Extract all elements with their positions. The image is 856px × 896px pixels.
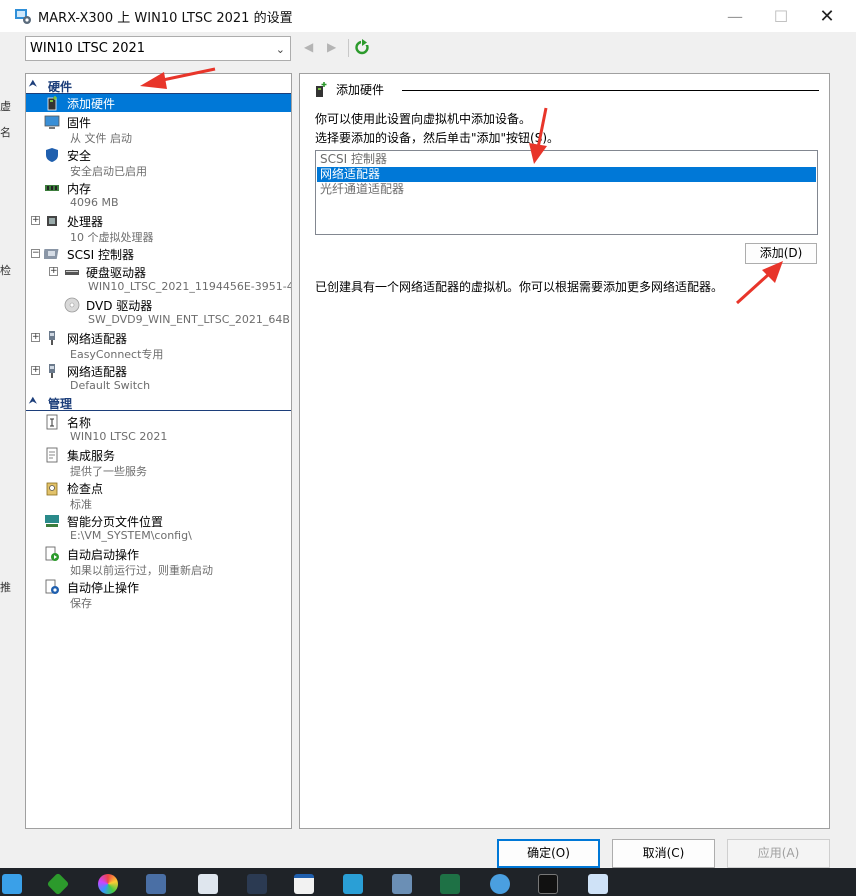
collapse-icon[interactable]: − — [31, 249, 40, 258]
device-listbox[interactable]: SCSI 控制器 网络适配器 光纤通道适配器 — [315, 150, 818, 235]
expand-icon[interactable]: + — [31, 333, 40, 342]
tree-item-memory[interactable]: 内存 4096 MB — [26, 179, 291, 212]
vm-select-dropdown[interactable]: WIN10 LTSC 2021 ⌄ — [25, 36, 291, 61]
app-icon[interactable] — [343, 874, 363, 894]
name-tag-icon — [46, 414, 58, 430]
add-button[interactable]: 添加(D) — [745, 243, 817, 264]
app-icon[interactable] — [490, 874, 510, 894]
back-arrow-icon[interactable]: ◀ — [304, 40, 313, 54]
auto-start-icon — [45, 546, 59, 561]
vm-select-value: WIN10 LTSC 2021 — [30, 41, 146, 56]
tree-item-processor[interactable]: + 处理器 10 个虚拟处理器 — [26, 212, 291, 245]
network-adapter-icon — [49, 364, 55, 378]
chevron-down-icon: ⌄ — [275, 43, 285, 56]
tree-item-dvd-drive[interactable]: DVD 驱动器 SW_DVD9_WIN_ENT_LTSC_2021_64B... — [26, 296, 291, 329]
expand-icon[interactable]: + — [49, 267, 58, 276]
tree-item-firmware[interactable]: 固件 从 文件 启动 — [26, 113, 291, 146]
tree-item-checkpoints[interactable]: 检查点 标准 — [26, 479, 291, 512]
tree-item-auto-stop[interactable]: 自动停止操作 保存 — [26, 578, 291, 611]
network-adapter-icon — [49, 331, 55, 345]
processor-icon — [47, 216, 57, 226]
app-icon[interactable] — [2, 874, 22, 894]
dvd-disc-icon — [64, 297, 80, 313]
tree-item-network-adapter[interactable]: + 网络适配器 Default Switch — [26, 362, 291, 395]
expand-icon[interactable]: + — [31, 216, 40, 225]
memory-chip-icon — [45, 185, 59, 191]
tree-item-smart-paging[interactable]: 智能分页文件位置 E:\VM_SYSTEM\config\ — [26, 512, 291, 545]
tree-item-security[interactable]: 安全 安全启动已启用 — [26, 146, 291, 179]
minimize-button[interactable]: — — [712, 0, 758, 32]
app-icon[interactable] — [247, 874, 267, 894]
tree-item-integration-services[interactable]: 集成服务 提供了一些服务 — [26, 446, 291, 479]
collapse-up-icon: ⮝ — [29, 79, 37, 89]
app-icon[interactable] — [440, 874, 460, 894]
device-option-fibre-channel[interactable]: 光纤通道适配器 — [317, 182, 816, 197]
panel-header: 添加硬件 — [314, 81, 819, 99]
add-hardware-icon — [316, 82, 327, 97]
hyperv-settings-icon — [15, 9, 31, 24]
app-icon[interactable] — [392, 874, 412, 894]
tree-item-name[interactable]: 名称 WIN10 LTSC 2021 — [26, 413, 291, 446]
tree-item-label: 添加硬件 — [67, 97, 116, 111]
app-icon[interactable] — [588, 874, 608, 894]
integration-services-icon — [46, 447, 58, 463]
app-icon[interactable] — [538, 874, 558, 894]
toolbar-divider — [348, 39, 349, 57]
collapse-up-icon: ⮝ — [29, 396, 37, 406]
management-section-header[interactable]: ⮝ 管理 — [26, 395, 291, 411]
scsi-controller-icon — [44, 249, 59, 259]
forward-arrow-icon[interactable]: ▶ — [327, 40, 336, 54]
background-window-char: 名 — [0, 126, 11, 139]
window-title: MARX-X300 上 WIN10 LTSC 2021 的设置 — [38, 11, 293, 26]
maximize-button[interactable]: ☐ — [758, 0, 804, 32]
ok-button[interactable]: 确定(O) — [497, 839, 600, 868]
checkpoint-icon — [46, 482, 58, 496]
smart-paging-icon — [45, 515, 59, 527]
settings-dialog: 虚 名 检 推 MARX-X300 上 WIN10 LTSC 2021 的设置 … — [0, 0, 856, 896]
add-hardware-panel: 添加硬件 你可以使用此设置向虚拟机中添加设备。 选择要添加的设备，然后单击"添加… — [299, 73, 830, 829]
device-option-network-adapter[interactable]: 网络适配器 — [317, 167, 816, 182]
hardware-section-header[interactable]: ⮝ 硬件 — [26, 78, 291, 94]
close-button[interactable]: ✕ — [804, 0, 850, 32]
panel-title: 添加硬件 — [336, 83, 385, 97]
refresh-icon[interactable] — [354, 39, 370, 55]
add-hardware-icon — [47, 96, 57, 111]
hard-drive-icon — [65, 270, 79, 275]
tree-item-hard-drive[interactable]: + 硬盘驱动器 WIN10_LTSC_2021_1194456E-3951-4.… — [26, 263, 291, 296]
device-option-scsi[interactable]: SCSI 控制器 — [317, 152, 816, 167]
expand-icon[interactable]: + — [31, 366, 40, 375]
app-icon[interactable] — [146, 874, 166, 894]
app-icon[interactable] — [46, 872, 70, 896]
app-icon[interactable] — [98, 874, 118, 894]
tree-item-network-adapter[interactable]: + 网络适配器 EasyConnect专用 — [26, 329, 291, 362]
tree-item-scsi-controller[interactable]: − SCSI 控制器 — [26, 245, 291, 263]
background-window-char: 虚 — [0, 100, 11, 113]
auto-stop-icon — [45, 579, 59, 594]
title-bar: MARX-X300 上 WIN10 LTSC 2021 的设置 — ☐ ✕ — [0, 0, 856, 32]
panel-intro-line: 你可以使用此设置向虚拟机中添加设备。 — [315, 112, 532, 126]
apply-button[interactable]: 应用(A) — [727, 839, 830, 868]
tree-item-auto-start[interactable]: 自动启动操作 如果以前运行过，则重新启动 — [26, 545, 291, 578]
monitor-icon — [44, 115, 60, 129]
app-icon[interactable] — [198, 874, 218, 894]
background-window-char: 检 — [0, 264, 11, 277]
settings-tree: ⮝ 硬件 添加硬件 固件 从 文件 启动 安全 安全启动已启用 内存 4096 … — [25, 73, 292, 829]
taskbar — [0, 868, 856, 896]
app-icon[interactable] — [294, 874, 314, 894]
shield-icon — [46, 148, 58, 162]
background-window-char: 推 — [0, 581, 11, 594]
cancel-button[interactable]: 取消(C) — [612, 839, 715, 868]
panel-intro-line: 选择要添加的设备，然后单击"添加"按钮(S)。 — [315, 131, 560, 145]
panel-info-text: 已创建具有一个网络适配器的虚拟机。你可以根据需要添加更多网络适配器。 — [315, 280, 724, 294]
